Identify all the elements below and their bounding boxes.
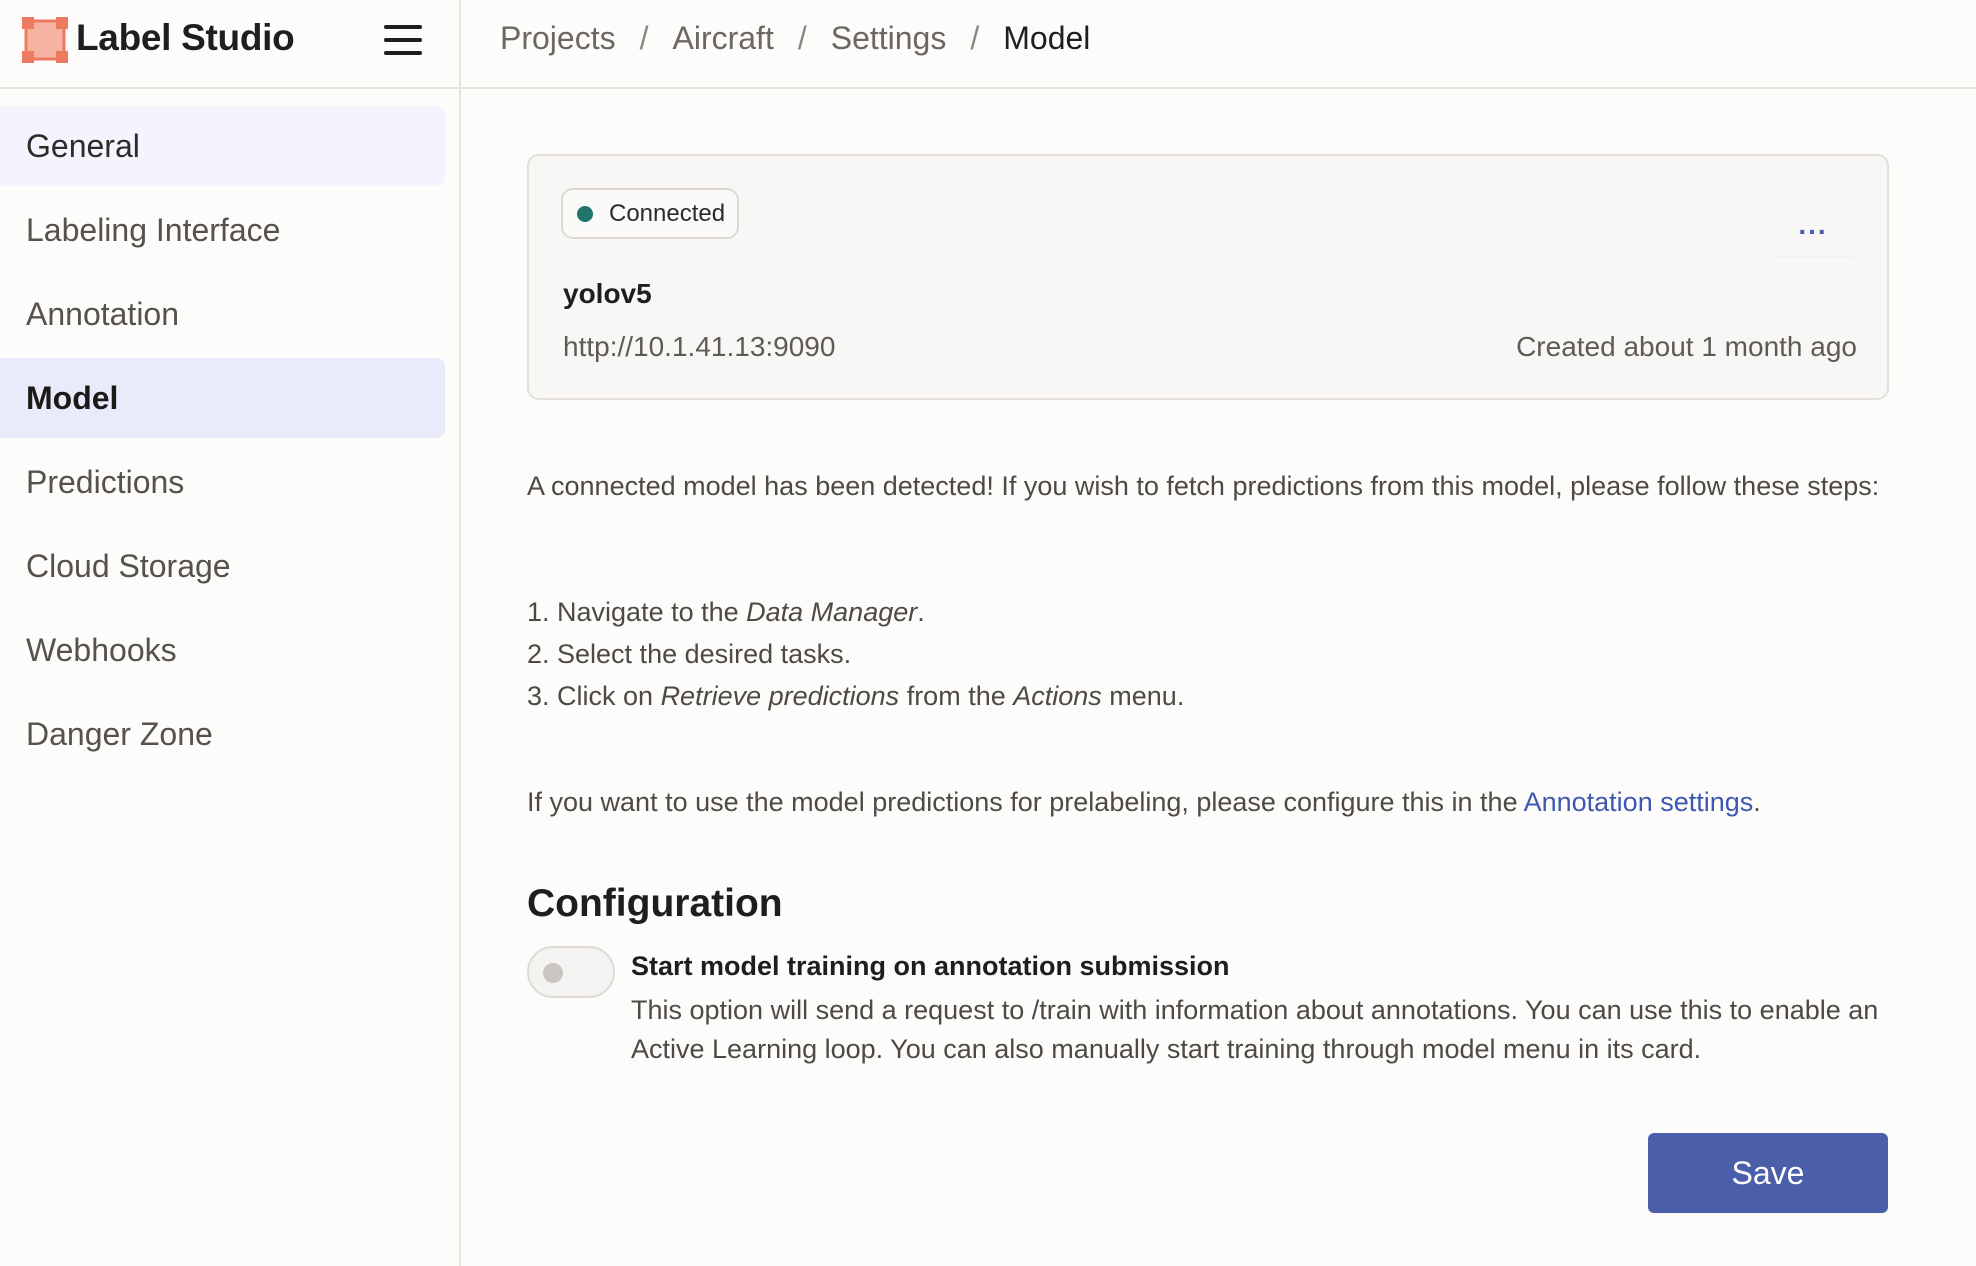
toggle-knob [543,963,563,983]
model-created-time: Created about 1 month ago [1516,331,1857,362]
menu-icon[interactable] [384,25,422,55]
training-toggle[interactable] [527,946,615,998]
training-toggle-description: This option will send a request to /trai… [631,995,1879,1064]
step-1-text: 1. Navigate to the [527,597,747,627]
step-2: 2. Select the desired tasks. [527,639,852,669]
sidebar-item-danger-zone[interactable]: Danger Zone [0,694,445,774]
more-options-icon[interactable]: ... [1769,194,1857,256]
step-3-suffix: menu. [1101,681,1185,711]
step-3-mid: from the [899,681,1014,711]
step-1-emphasis: Data Manager [746,597,918,627]
step-3-emphasis-2: Actions [1013,681,1102,711]
brand: Label Studio [0,0,461,88]
sidebar-item-cloud-storage[interactable]: Cloud Storage [0,526,445,606]
sidebar-item-annotation[interactable]: Annotation [0,274,445,354]
sidebar-item-predictions[interactable]: Predictions [0,442,445,522]
step-3: 3. Click on Retrieve predictions from th… [527,675,1184,717]
breadcrumb: Projects / Aircraft / Settings / Model [500,20,1090,57]
breadcrumb-separator: / [797,20,807,56]
sidebar-item-model[interactable]: Model [0,358,445,438]
step-3-text: 3. Click on [527,681,661,711]
breadcrumb-aircraft[interactable]: Aircraft [672,20,773,57]
app-name[interactable]: Label Studio [76,17,295,59]
configuration-heading: Configuration [527,882,783,925]
status-dot-icon [577,205,593,222]
sidebar-item-webhooks[interactable]: Webhooks [0,610,445,690]
instructions-intro: A connected model has been detected! If … [527,471,1880,501]
annotation-settings-link[interactable]: Annotation settings [1524,787,1754,817]
breadcrumb-settings[interactable]: Settings [831,20,947,57]
settings-sidebar: General Labeling Interface Annotation Mo… [0,89,461,1266]
breadcrumb-model: Model [1003,20,1091,56]
prelabel-note: If you want to use the model predictions… [527,781,1761,823]
breadcrumb-separator: / [639,20,649,56]
model-url: http://10.1.41.13:9090 [563,331,836,362]
breadcrumb-separator: / [970,20,980,56]
label-studio-logo-icon[interactable] [22,17,68,63]
step-1-suffix: . [917,597,925,627]
breadcrumb-projects[interactable]: Projects [500,20,616,57]
status-badge: Connected [561,188,740,239]
step-3-emphasis-1: Retrieve predictions [660,681,900,711]
prelabel-suffix: . [1753,787,1761,817]
sidebar-item-labeling-interface[interactable]: Labeling Interface [0,190,445,270]
model-name: yolov5 [563,278,652,309]
model-card: Connected ... yolov5 http://10.1.41.13:9… [527,154,1889,400]
training-toggle-title: Start model training on annotation submi… [631,951,1230,981]
top-bar: Label Studio Projects / Aircraft / Setti… [0,0,1976,89]
status-label: Connected [609,199,726,227]
instructions-steps: 1. Navigate to the Data Manager. 2. Sele… [527,591,1184,717]
prelabel-text: If you want to use the model predictions… [527,787,1524,817]
sidebar-item-general[interactable]: General [0,106,445,186]
save-button[interactable]: Save [1648,1133,1888,1213]
step-1: 1. Navigate to the Data Manager. [527,591,1184,633]
